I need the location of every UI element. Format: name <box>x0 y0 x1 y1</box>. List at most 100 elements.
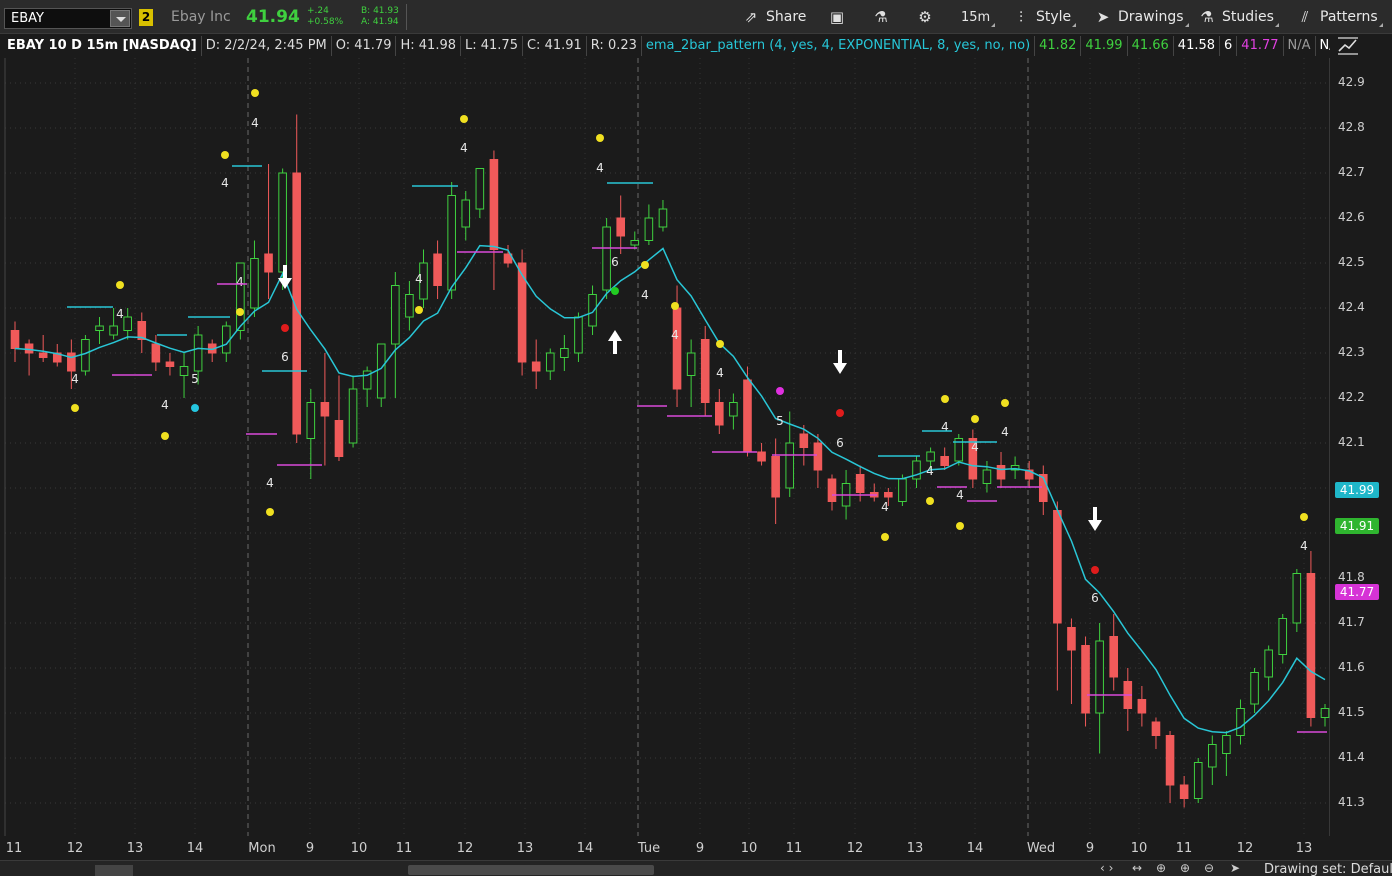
chart-app: EBAY 2 Ebay Inc 41.94 +.24 +0.58% B: 41.… <box>0 0 1392 876</box>
pattern-markers: 44454444644464445644444464 <box>67 89 1327 733</box>
candle-down <box>855 474 865 493</box>
pattern-dot <box>596 134 604 142</box>
time-label: 11 <box>395 841 413 856</box>
horizontal-scrollbar[interactable] <box>408 865 654 875</box>
candle-up <box>1320 708 1330 718</box>
pattern-count-label: 5 <box>776 414 784 428</box>
time-label: 13 <box>126 841 144 856</box>
scroll-left-button[interactable] <box>95 865 133 876</box>
candle-up <box>95 325 104 331</box>
candle-down <box>67 352 76 372</box>
pattern-dot <box>236 308 244 316</box>
candle-up <box>588 294 597 327</box>
buy-arrow-icon <box>608 330 622 354</box>
price-label: 42.7 <box>1338 165 1365 179</box>
candle-up <box>306 402 316 439</box>
candle-up <box>250 258 259 309</box>
candle-down <box>743 379 752 453</box>
price-label: 41.8 <box>1338 570 1365 584</box>
candle-up <box>221 325 231 354</box>
candle-up <box>461 199 471 228</box>
candle-down <box>264 253 273 273</box>
pattern-count-label: 4 <box>266 476 274 490</box>
pattern-dot <box>1001 399 1009 407</box>
time-label: 11 <box>1175 841 1193 856</box>
candle-down <box>24 343 34 354</box>
time-label: 14 <box>186 841 204 856</box>
candle-up <box>1236 708 1245 736</box>
candle-down <box>940 456 949 466</box>
pattern-dot <box>941 395 949 403</box>
pattern-dot <box>415 306 423 314</box>
price-label: 42.3 <box>1338 345 1365 359</box>
price-chart[interactable]: 44454444644464445644444464 <box>0 0 1392 876</box>
candle-down <box>715 402 724 426</box>
candle-up <box>560 348 569 358</box>
candle-down <box>1067 627 1076 651</box>
drawing-set-label[interactable]: Drawing set: Default <box>1264 862 1392 876</box>
pattern-count-label: 4 <box>71 372 79 386</box>
zoom-out-icon[interactable]: ⊖ <box>1204 861 1214 875</box>
candle-down <box>1081 645 1090 714</box>
time-label: 9 <box>1085 841 1095 856</box>
zoom-in-icon[interactable]: ⊕ <box>1180 861 1190 875</box>
time-label: 12 <box>66 841 84 856</box>
candle-down <box>827 478 837 502</box>
candle-up <box>1292 573 1302 624</box>
scroll-arrows-icon[interactable]: ‹ › <box>1100 861 1113 875</box>
crosshair-icon[interactable]: ⊕ <box>1156 861 1166 875</box>
time-label: 10 <box>740 841 758 856</box>
pattern-count-label: 4 <box>926 464 934 478</box>
time-label: 13 <box>1295 841 1313 856</box>
pattern-count-label: 4 <box>236 275 244 289</box>
price-label: 42.6 <box>1338 210 1365 224</box>
price-label: 42.1 <box>1338 435 1365 449</box>
time-label: 9 <box>305 841 315 856</box>
pattern-count-label: 4 <box>956 488 964 502</box>
candle-up <box>686 352 696 376</box>
pattern-count-label: 4 <box>116 307 124 321</box>
candle-up <box>1264 649 1273 678</box>
candle-down <box>489 159 499 250</box>
candle-down <box>320 402 330 417</box>
bottom-bar: ‹ › ↔ ⊕ ⊕ ⊖ ➤ Drawing set: Default <box>0 860 1392 876</box>
price-label: 42.9 <box>1338 75 1365 89</box>
price-label: 42.4 <box>1338 300 1365 314</box>
chart-grid <box>4 58 1331 836</box>
price-axis[interactable]: 42.9 42.8 42.7 42.6 42.5 42.4 42.3 42.2 … <box>1330 58 1392 836</box>
pattern-dot <box>971 415 979 423</box>
candle-down <box>433 253 442 286</box>
candle-down <box>10 330 20 349</box>
candle-up <box>785 442 795 489</box>
pattern-count-label: 4 <box>1001 425 1009 439</box>
cursor-icon[interactable]: ➤ <box>1230 861 1240 875</box>
candle-down <box>996 465 1006 480</box>
time-label: 14 <box>966 841 984 856</box>
price-label: 41.6 <box>1338 660 1365 674</box>
pan-icon[interactable]: ↔ <box>1132 861 1142 875</box>
candle-down <box>884 492 893 498</box>
pattern-dot <box>641 261 649 269</box>
price-label: 42.2 <box>1338 390 1365 404</box>
ema-line <box>14 244 1326 734</box>
candle-up <box>405 294 414 318</box>
candle-down <box>1151 721 1161 736</box>
time-label: 10 <box>350 841 368 856</box>
pattern-dot <box>251 89 259 97</box>
pattern-count-label: 4 <box>881 500 889 514</box>
candle-down <box>1053 510 1062 624</box>
candle-up <box>926 451 935 462</box>
candle-down <box>672 307 682 390</box>
signal-dot <box>1091 566 1099 574</box>
time-label: 10 <box>1130 841 1148 856</box>
pattern-dot <box>881 533 889 541</box>
candle-up <box>179 366 189 376</box>
time-axis[interactable]: 11 12 13 14 Mon 9 10 11 12 13 14 Tue 9 1… <box>0 836 1330 860</box>
candle-up <box>574 316 583 354</box>
time-label: 12 <box>456 841 474 856</box>
pattern-count-label: 4 <box>221 176 229 190</box>
candle-up <box>602 226 611 291</box>
candle-up <box>1095 640 1104 714</box>
pattern-count-label: 4 <box>161 398 169 412</box>
time-label: Wed <box>1026 841 1056 856</box>
